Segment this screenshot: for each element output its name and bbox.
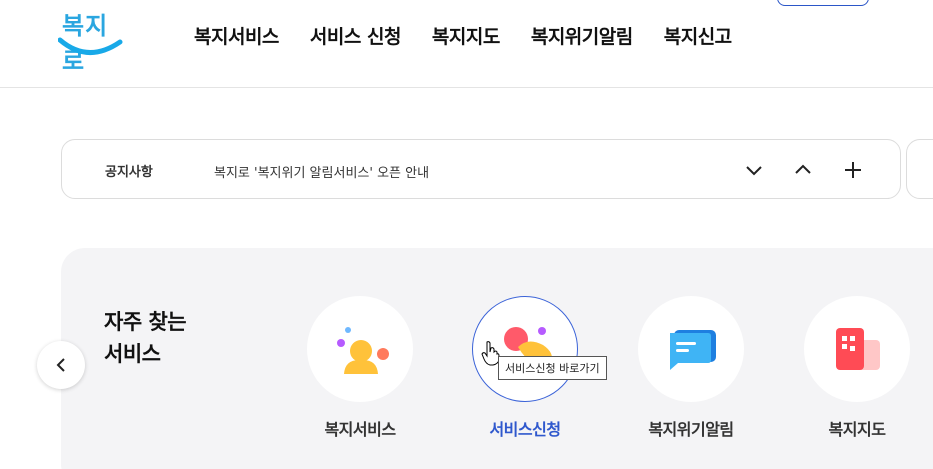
- service-welfare-label: 복지서비스: [324, 420, 396, 439]
- logo[interactable]: 복지로: [58, 4, 124, 75]
- service-welfare-map-circle: [804, 296, 910, 402]
- nav-welfare-service[interactable]: 복지서비스: [194, 22, 279, 49]
- service-welfare-map-label: 복지지도: [828, 420, 886, 439]
- service-crisis-alert[interactable]: 복지위기알림: [631, 296, 751, 446]
- person-icon: [337, 327, 389, 374]
- frequent-services-title: 자주 찾는 서비스: [104, 310, 187, 366]
- logo-swoosh-icon: [58, 37, 123, 55]
- service-welfare-circle: [307, 296, 413, 402]
- prev-button[interactable]: [37, 341, 85, 389]
- service-apply-label: 서비스신청: [489, 420, 561, 439]
- service-welfare[interactable]: 복지서비스: [300, 296, 420, 446]
- service-crisis-alert-circle: [638, 296, 744, 402]
- service-crisis-alert-label: 복지위기알림: [648, 420, 734, 439]
- nav-welfare-report[interactable]: 복지신고: [664, 22, 732, 49]
- top-utility-button[interactable]: [777, 0, 869, 6]
- nav-welfare-map[interactable]: 복지지도: [432, 22, 500, 49]
- notice-label: 공지사항: [105, 165, 153, 180]
- notice-text[interactable]: 복지로 '복지위기 알림서비스' 오픈 안내: [214, 162, 429, 181]
- chevron-down-icon[interactable]: [742, 158, 766, 182]
- chevron-up-icon[interactable]: [791, 158, 815, 182]
- service-welfare-map[interactable]: 복지지도: [797, 296, 917, 446]
- chat-bubble-icon: [670, 330, 716, 370]
- notice-side-box: [906, 139, 933, 199]
- site-header: 복지로 복지서비스 서비스 신청 복지지도 복지위기알림 복지신고: [0, 0, 933, 88]
- nav-service-apply[interactable]: 서비스 신청: [310, 22, 402, 49]
- plus-icon[interactable]: [841, 158, 865, 182]
- notice-bar: 공지사항 복지로 '복지위기 알림서비스' 오픈 안내: [61, 139, 901, 199]
- chevron-left-icon: [56, 358, 65, 372]
- main-nav: 복지서비스 서비스 신청 복지지도 복지위기알림 복지신고: [194, 22, 732, 49]
- tooltip: 서비스신청 바로가기: [498, 356, 607, 380]
- map-blocks-icon: [836, 328, 880, 370]
- nav-crisis-alert[interactable]: 복지위기알림: [531, 22, 633, 49]
